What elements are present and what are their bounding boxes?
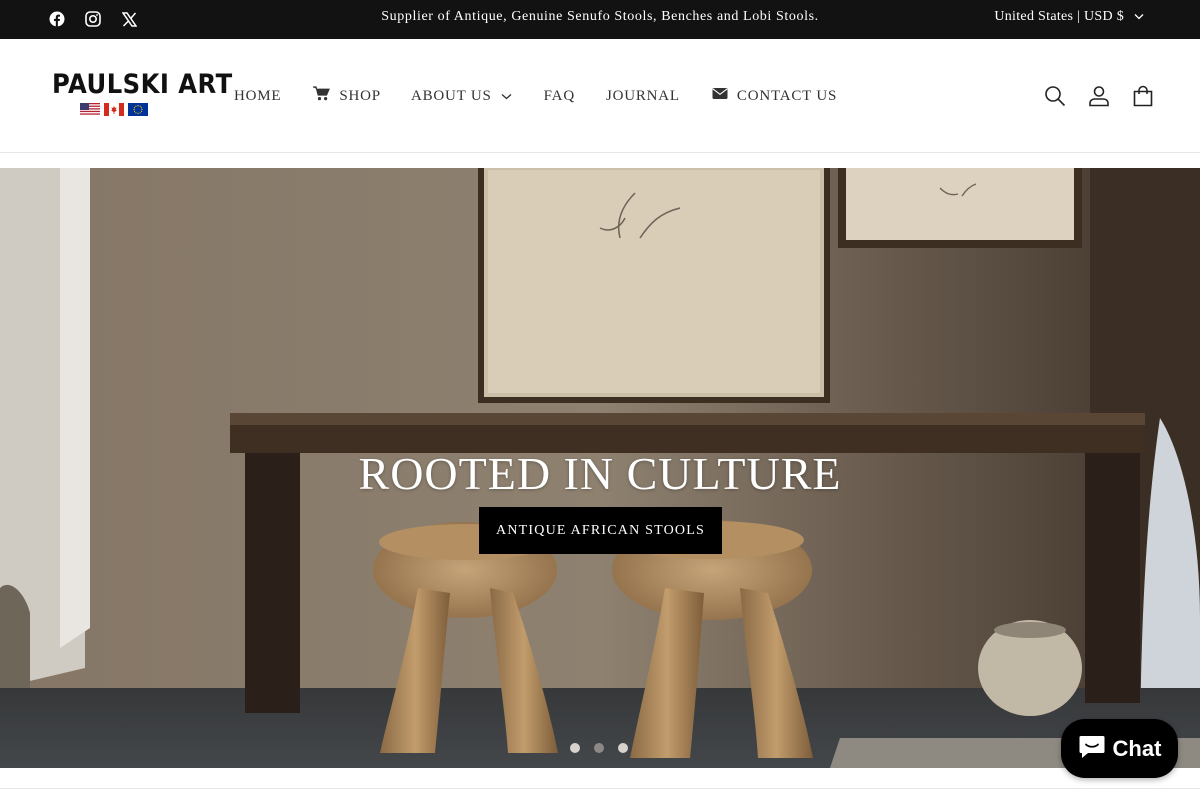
site-header: PAULSKI ART HOME SHOP ABOUT US FAQ JOURN… [0, 39, 1200, 153]
nav-journal-label: JOURNAL [605, 88, 680, 104]
nav-faq[interactable]: FAQ [544, 87, 575, 105]
cart-small-icon [313, 86, 331, 106]
header-icons [1043, 84, 1154, 107]
nav-home-label: HOME [234, 88, 282, 104]
slide-dot-3[interactable] [618, 743, 628, 753]
slide-dots [570, 743, 628, 753]
logo[interactable]: PAULSKI ART [52, 69, 233, 120]
nav-shop-label: SHOP [339, 88, 381, 104]
eu-flag [128, 103, 148, 116]
chevron-down-icon [501, 88, 512, 105]
nav-contact-label: CONTACT US [736, 88, 838, 104]
slide-dot-1[interactable] [570, 743, 580, 753]
country-selector[interactable]: United States | USD $ [994, 9, 1144, 25]
envelope-icon [712, 87, 728, 105]
canada-flag [104, 103, 124, 116]
nav-about-label: ABOUT US [410, 88, 492, 104]
country-label: United States | USD $ [994, 9, 1124, 24]
flags [80, 103, 192, 116]
logo-text: PAULSKI ART [52, 69, 233, 100]
cart-icon[interactable] [1131, 84, 1154, 107]
announcement-bar: Supplier of Antique, Genuine Senufo Stoo… [0, 0, 1200, 39]
nav-faq-label: FAQ [543, 88, 575, 104]
chat-button[interactable]: Chat [1061, 719, 1178, 778]
nav-journal[interactable]: JOURNAL [606, 87, 680, 105]
main-nav: HOME SHOP ABOUT US FAQ JOURNAL CONTACT U… [234, 86, 837, 106]
nav-about-us[interactable]: ABOUT US [411, 87, 512, 105]
slide-dot-2[interactable] [594, 743, 604, 753]
search-icon[interactable] [1043, 84, 1066, 107]
section-divider [0, 788, 1200, 789]
usa-flag [80, 103, 100, 116]
nav-shop[interactable]: SHOP [313, 86, 381, 106]
chat-label: Chat [1112, 735, 1162, 761]
nav-contact-us[interactable]: CONTACT US [712, 87, 837, 105]
nav-home[interactable]: HOME [234, 87, 281, 105]
hero-title: ROOTED IN CULTURE [358, 448, 842, 499]
chevron-down-icon [1134, 9, 1144, 25]
hero-slideshow: ROOTED IN CULTURE ANTIQUE AFRICAN STOOLS [0, 168, 1200, 768]
account-icon[interactable] [1087, 84, 1110, 107]
shop-stools-button[interactable]: ANTIQUE AFRICAN STOOLS [479, 507, 722, 554]
chat-bubble-icon [1078, 733, 1106, 765]
